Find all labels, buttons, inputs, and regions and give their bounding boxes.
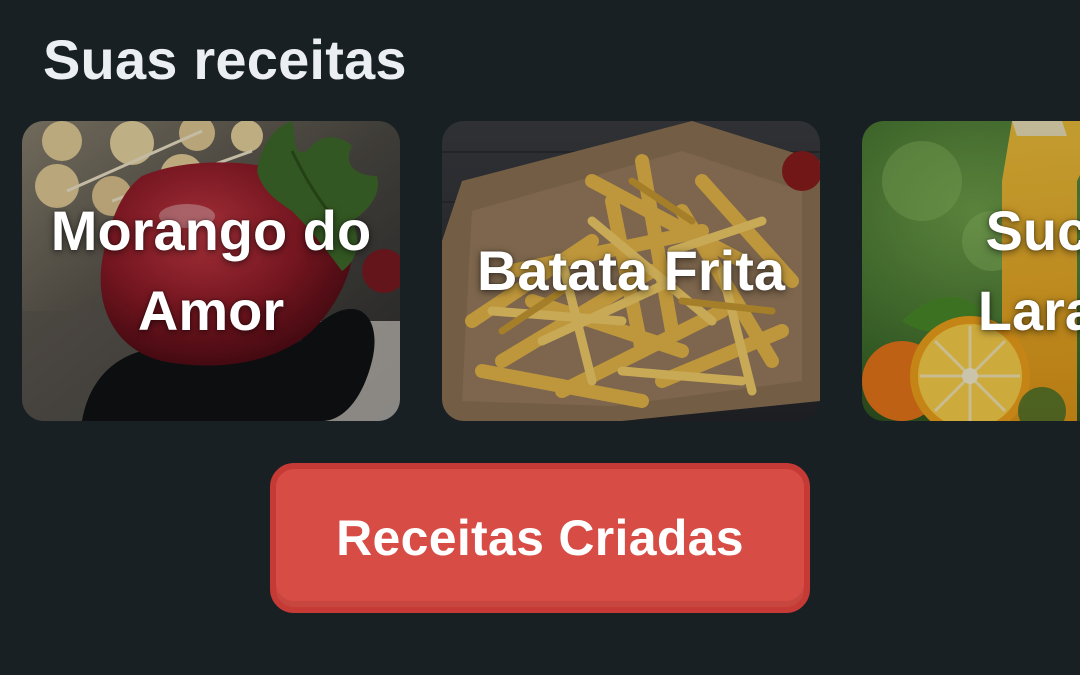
recipe-card[interactable]: Morango do Amor: [22, 121, 400, 421]
recipe-card-title: Batata Frita: [476, 239, 786, 302]
recipe-card[interactable]: Batata Frita: [442, 121, 820, 421]
recipe-card[interactable]: Suco Laran: [862, 121, 1080, 421]
recipe-carousel[interactable]: Morango do Amor Batata Frita Suc Lar: [22, 121, 1080, 421]
recipe-card-title: Suco Laran: [977, 199, 1080, 342]
section-title: Suas receitas: [43, 28, 407, 91]
recipes-screen: Suas receitas Morango do Amor Batata Fri…: [0, 0, 1080, 675]
created-recipes-button[interactable]: Receitas Criadas: [270, 463, 810, 613]
recipe-card-title: Morango do Amor: [50, 199, 372, 342]
created-recipes-button-label: Receitas Criadas: [336, 510, 744, 566]
